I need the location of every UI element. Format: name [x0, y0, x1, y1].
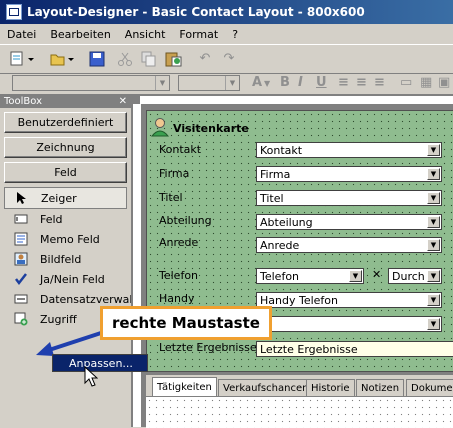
callout-text: rechte Maustaste	[112, 314, 260, 332]
mouse-cursor-icon	[84, 366, 98, 387]
callout-box: rechte Maustaste	[100, 306, 272, 340]
context-menu-label: Anpassen...	[69, 356, 133, 370]
context-menu-item-anpassen[interactable]: Anpassen...	[52, 354, 148, 372]
